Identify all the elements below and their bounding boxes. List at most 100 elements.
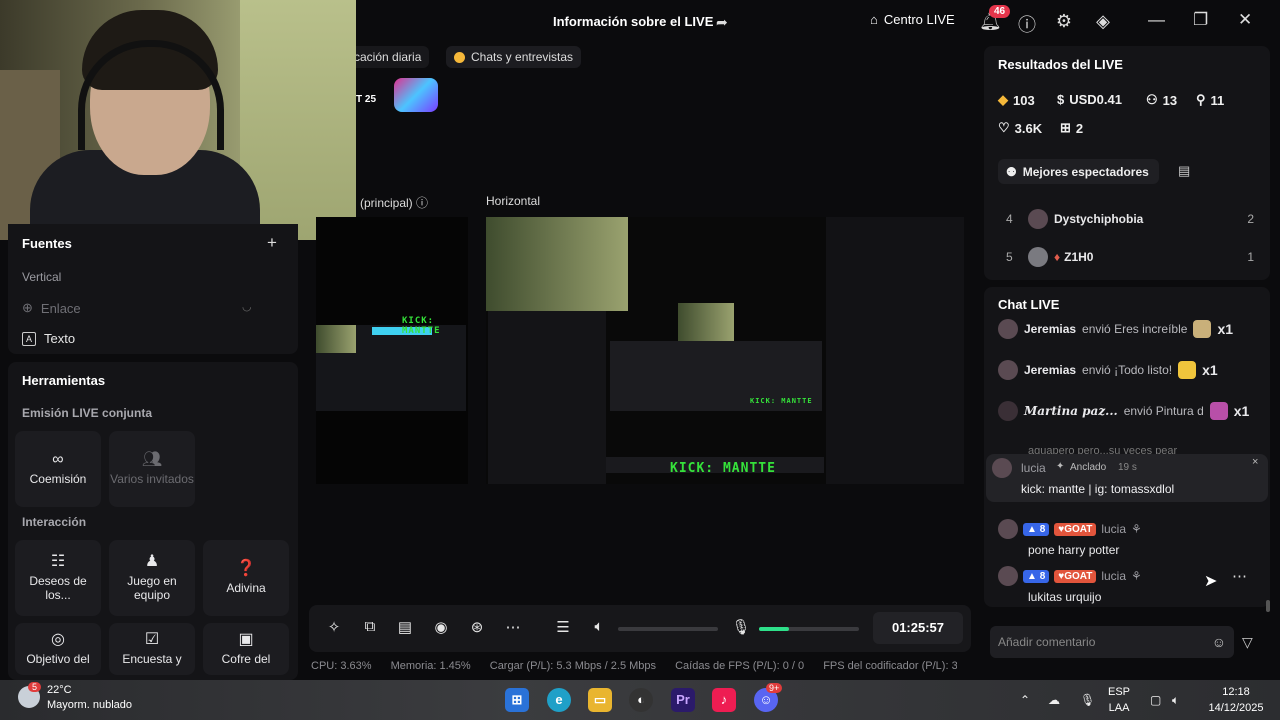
tiktok-icon[interactable]: ♪: [712, 688, 736, 712]
deseos-label: Deseos de los...: [29, 573, 87, 602]
ranking-row[interactable]: 4 Dystychiphobia 2: [1006, 208, 1254, 230]
edge-icon[interactable]: e: [547, 688, 571, 712]
avatar: [1028, 247, 1048, 267]
tray-display-icon[interactable]: ▢: [1150, 693, 1161, 707]
encuesta-button[interactable]: ☑ Encuesta y: [109, 623, 195, 675]
chat-message[interactable]: ▲ 8 ♥GOAT lucia ⚘ lukitas urquijo: [998, 566, 1258, 604]
effects-icon[interactable]: ⧉: [360, 618, 380, 635]
layout-icon[interactable]: ▤: [395, 618, 415, 636]
camera-switch-icon[interactable]: ⊛: [467, 618, 487, 636]
memory-stat: Memoria: 1.45%: [390, 660, 471, 672]
deseos-button[interactable]: ☷ Deseos de los...: [15, 540, 101, 616]
tray-volume-icon[interactable]: 🔈︎: [1172, 693, 1179, 708]
centro-live-button[interactable]: ⌂ Centro LIVE: [870, 12, 955, 27]
gift-message[interactable]: Martina paz... envió Pintura d x1: [998, 401, 1249, 421]
gear-icon[interactable]: ⚙: [1053, 11, 1075, 32]
chat-message[interactable]: ▲ 8 ♥GOAT lucia ⚘ pone harry potter: [998, 519, 1258, 557]
premiere-icon[interactable]: Pr: [671, 688, 695, 712]
ranking-row[interactable]: 5 ♦ Z1H0 1: [1006, 246, 1254, 268]
emoji-icon[interactable]: ☺: [1212, 634, 1226, 650]
weather-widget[interactable]: 22°C Mayorm. nublado: [47, 683, 132, 713]
gift-message[interactable]: Jeremias envió ¡Todo listo! x1: [998, 360, 1218, 380]
adivina-button[interactable]: ❓ Adivina: [203, 540, 289, 616]
moderator-icon: ⚘: [1131, 569, 1142, 583]
help-small-icon[interactable]: ⓘ: [416, 196, 428, 210]
rank-score: 2: [1247, 212, 1254, 226]
level-badge: ▲ 8: [1023, 522, 1050, 536]
send-icon[interactable]: ▽: [1242, 634, 1253, 651]
pinned-text: kick: mantte | ig: tomassxdlol: [1021, 482, 1175, 496]
chat-scrollbar[interactable]: [1266, 600, 1270, 612]
encuesta-label: Encuesta y: [122, 652, 182, 666]
diamonds-value: 103: [1013, 92, 1035, 108]
language-indicator[interactable]: ESP LAA: [1108, 684, 1130, 716]
windows-start-icon[interactable]: ⊞: [505, 688, 529, 712]
lang-code: ESP: [1108, 686, 1131, 698]
minimize-icon[interactable]: —: [1148, 10, 1165, 30]
juego-label: Juego en equipo: [127, 573, 177, 602]
help-icon[interactable]: ⓘ: [1016, 11, 1038, 37]
followers-stat: ⚲ 11: [1196, 92, 1224, 108]
add-source-icon[interactable]: +: [267, 233, 277, 253]
microphone-icon[interactable]: 🎙︎: [731, 618, 751, 636]
message-more-icon[interactable]: ⋯: [1232, 567, 1247, 585]
coemision-button[interactable]: ∞ Coemisión: [15, 431, 101, 507]
pinned-message[interactable]: lucia ✦ Anclado 19 s × kick: mantte | ig…: [986, 454, 1268, 502]
mouse-cursor-icon: ➤: [1204, 573, 1218, 590]
team-game-icon: ♟: [144, 552, 160, 570]
tray-cloud-icon[interactable]: ☁: [1048, 693, 1060, 707]
horiz-kick-text: KICK: MANTTE: [670, 461, 776, 476]
interaccion-heading: Interacción: [22, 515, 87, 529]
taskbar-clock[interactable]: 12:18 14/12/2025: [1204, 684, 1268, 716]
rank-name: Dystychiphobia: [1054, 212, 1144, 226]
list-icon[interactable]: ▤: [1178, 163, 1190, 179]
mic-level-slider[interactable]: [759, 627, 859, 631]
texto-label: Texto: [44, 331, 76, 346]
profile-icon[interactable]: ◈: [1092, 11, 1114, 32]
volume-icon[interactable]: 🔈︎: [589, 618, 609, 635]
cofre-button[interactable]: ▣ Cofre del: [203, 623, 289, 675]
close-pin-icon[interactable]: ×: [1252, 456, 1258, 468]
restore-icon[interactable]: ❐: [1193, 10, 1208, 30]
volume-slider[interactable]: [618, 627, 718, 631]
share-icon[interactable]: ➦: [716, 14, 728, 31]
settings-sliders-icon[interactable]: ☰: [553, 618, 573, 636]
top-viewers-tab[interactable]: ⚉ Mejores espectadores: [998, 159, 1159, 184]
encoder-fps-stat: FPS del codificador (P/L): 30: [823, 660, 957, 672]
live-info-title[interactable]: Información sobre el LIVE: [553, 14, 713, 29]
obs-icon[interactable]: ◐: [629, 688, 653, 712]
objetivo-button[interactable]: ◎ Objetivo del: [15, 623, 101, 675]
comment-input[interactable]: Añadir comentario ☺: [990, 626, 1234, 658]
record-icon[interactable]: ◉: [431, 618, 451, 636]
pinned-tag: Anclado: [1070, 462, 1107, 473]
eye-hidden-icon[interactable]: ◡: [242, 300, 252, 313]
followers-value: 11: [1210, 92, 1225, 108]
tray-mic-icon[interactable]: 🎙︎: [1080, 693, 1095, 707]
event-banner[interactable]: T 25: [350, 78, 440, 112]
pinned-time: 19 s: [1118, 462, 1137, 473]
tag-chats[interactable]: Chats y entrevistas: [446, 46, 582, 68]
vertical-preview[interactable]: KICK: MANTTE: [316, 217, 468, 484]
varios-invitados-button[interactable]: 👥︎ Varios invitados: [109, 431, 195, 507]
close-icon[interactable]: ✕: [1238, 10, 1252, 30]
vertical-kick-text: KICK: MANTTE: [402, 316, 441, 336]
adivina-label: Adivina: [226, 580, 266, 595]
centro-live-label: Centro LIVE: [883, 12, 955, 27]
magic-wand-icon[interactable]: ✧: [324, 618, 344, 636]
emision-heading: Emisión LIVE conjunta: [22, 406, 153, 420]
avatar: [992, 458, 1012, 478]
more-icon[interactable]: ⋯: [503, 618, 523, 636]
file-explorer-icon[interactable]: ▭: [588, 688, 612, 712]
source-enlace[interactable]: ⊕ Enlace: [22, 300, 81, 316]
gift-message[interactable]: Jeremias envió Eres increíble x1: [998, 319, 1233, 339]
moderator-icon: ⚘: [1131, 522, 1142, 536]
source-texto[interactable]: A Texto: [22, 331, 75, 346]
upload-stat: Cargar (P/L): 5.3 Mbps / 2.5 Mbps: [489, 660, 657, 672]
juego-equipo-button[interactable]: ♟ Juego en equipo: [109, 540, 195, 616]
tray-chevron-icon[interactable]: ⌃: [1020, 693, 1030, 707]
text-icon: A: [22, 331, 37, 346]
link-icon: ∞: [52, 450, 64, 468]
horizontal-preview[interactable]: KICK: MANTTE KICK: MANTTE: [486, 217, 964, 484]
gift-count: x1: [1233, 403, 1250, 419]
vertical-label: Vertical: [22, 270, 62, 284]
